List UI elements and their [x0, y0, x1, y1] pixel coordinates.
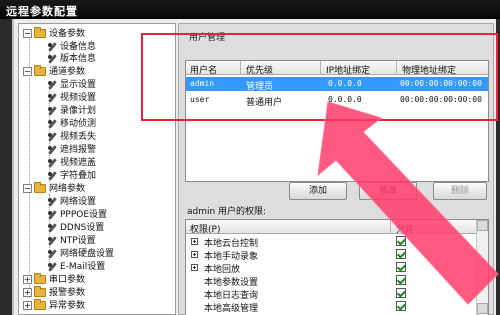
pointer-arrow-icon [317, 101, 499, 305]
annotation-arrow-shape [317, 101, 499, 305]
